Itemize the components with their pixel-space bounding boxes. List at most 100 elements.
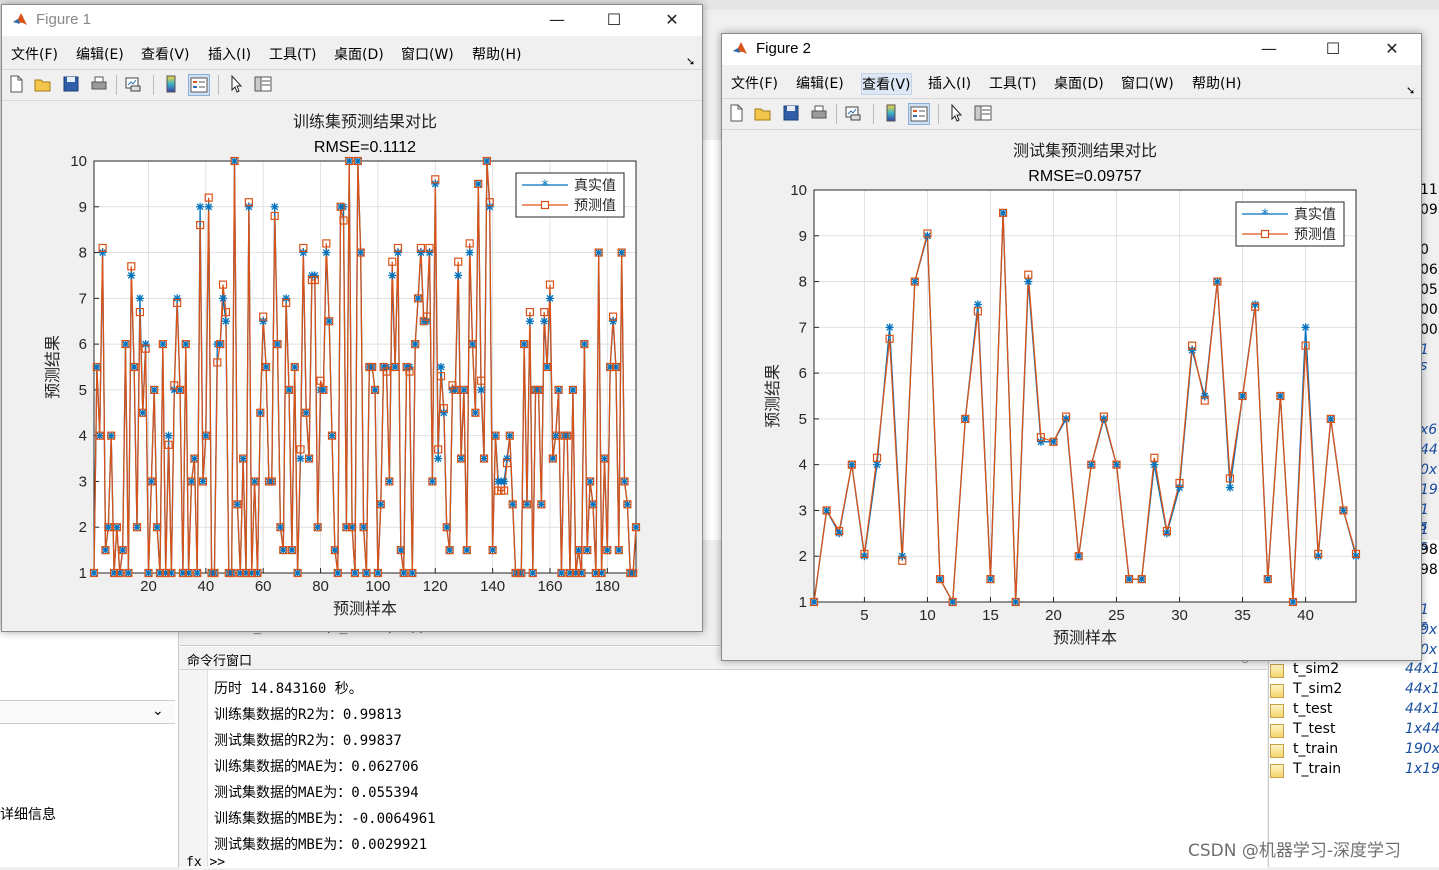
details-dropdown[interactable]: ⌄ bbox=[0, 700, 175, 724]
figure-1-window[interactable]: Figure 1 — ☐ ✕ 文件(F) 编辑(E) 查看(V) 插入(I) 工具(T)… bbox=[1, 4, 703, 632]
command-prompt[interactable]: fx >> bbox=[186, 855, 225, 870]
close-button[interactable]: ✕ bbox=[652, 9, 692, 31]
minimize-button[interactable]: — bbox=[537, 9, 577, 31]
legend-label: 预测值 bbox=[574, 198, 616, 214]
actual-point bbox=[545, 294, 554, 303]
y-tick-label: 4 bbox=[799, 457, 807, 474]
close-button[interactable]: ✕ bbox=[1372, 38, 1412, 60]
workspace-variable-row[interactable]: T_train 1x19 bbox=[1270, 761, 1439, 781]
x-tick-label: 5 bbox=[860, 607, 868, 624]
maximize-button[interactable]: ☐ bbox=[1313, 38, 1353, 60]
actual-point bbox=[124, 569, 133, 577]
actual-point bbox=[1137, 575, 1146, 584]
workspace-variable-row[interactable]: t_sim2 44x1 bbox=[1270, 661, 1439, 681]
actual-point bbox=[313, 523, 322, 532]
workspace-variable-row[interactable]: t_train 190x bbox=[1270, 741, 1439, 761]
actual-point bbox=[885, 323, 894, 332]
actual-point bbox=[196, 202, 205, 211]
menu-item[interactable]: 窗口(W) bbox=[1121, 73, 1174, 93]
x-tick-label: 160 bbox=[537, 578, 562, 595]
link-plot-icon[interactable] bbox=[843, 103, 865, 125]
colorbar-icon[interactable] bbox=[161, 74, 183, 96]
actual-point bbox=[127, 271, 136, 280]
menu-item[interactable]: 桌面(D) bbox=[1054, 73, 1104, 93]
legend-icon[interactable] bbox=[188, 74, 210, 96]
actual-point bbox=[588, 500, 597, 509]
menu-item[interactable]: 编辑(E) bbox=[796, 73, 844, 93]
save-icon[interactable] bbox=[61, 74, 83, 96]
colorbar-icon[interactable] bbox=[881, 103, 903, 125]
menu-item[interactable]: 工具(T) bbox=[989, 73, 1036, 93]
menu-item[interactable]: 插入(I) bbox=[208, 44, 251, 64]
actual-point bbox=[502, 454, 511, 463]
workspace-variable-row[interactable]: t_test 44x1 bbox=[1270, 701, 1439, 721]
pointer-icon[interactable] bbox=[946, 103, 968, 125]
open-folder-icon[interactable] bbox=[33, 74, 55, 96]
maximize-button[interactable]: ☐ bbox=[594, 9, 634, 31]
figure-2-titlebar[interactable]: Figure 2 — ☐ ✕ bbox=[722, 34, 1421, 65]
figure-2-window[interactable]: Figure 2 — ☐ ✕ 文件(F) 编辑(E) 查看(V) 插入(I) 工具(T)… bbox=[721, 33, 1422, 661]
actual-point bbox=[543, 363, 552, 371]
menu-item[interactable]: 工具(T) bbox=[269, 44, 316, 64]
new-file-icon[interactable] bbox=[6, 74, 28, 96]
actual-point bbox=[285, 385, 294, 394]
print-icon[interactable] bbox=[89, 74, 111, 96]
variable-name: t_train bbox=[1293, 741, 1339, 757]
menu-item[interactable]: 帮助(H) bbox=[472, 44, 521, 64]
actual-point bbox=[405, 363, 414, 371]
property-inspector-icon[interactable] bbox=[253, 74, 275, 96]
save-icon[interactable] bbox=[781, 103, 803, 125]
variable-name: t_sim2 bbox=[1293, 661, 1340, 677]
y-tick-label: 7 bbox=[799, 319, 807, 336]
actual-point bbox=[632, 523, 640, 532]
print-icon[interactable] bbox=[809, 103, 831, 125]
menu-item[interactable]: 桌面(D) bbox=[334, 44, 384, 64]
menu-item[interactable]: 窗口(W) bbox=[401, 44, 454, 64]
variable-icon bbox=[1270, 704, 1284, 718]
actual-point bbox=[557, 569, 566, 577]
actual-point bbox=[822, 506, 831, 515]
menu-item[interactable]: 插入(I) bbox=[928, 73, 971, 93]
actual-point bbox=[491, 431, 500, 440]
new-file-icon[interactable] bbox=[726, 103, 748, 125]
y-tick-label: 9 bbox=[799, 228, 807, 245]
figure-1-titlebar[interactable]: Figure 1 — ☐ ✕ bbox=[2, 5, 702, 36]
menu-item[interactable]: 文件(F) bbox=[731, 73, 778, 93]
dock-arrow-icon[interactable]: ➘ bbox=[686, 55, 695, 68]
actual-point bbox=[1188, 346, 1197, 355]
open-folder-icon[interactable] bbox=[753, 103, 775, 125]
actual-point bbox=[279, 546, 288, 555]
actual-point bbox=[961, 414, 970, 423]
workspace-variable-row[interactable]: T_test 1x44 bbox=[1270, 721, 1439, 741]
x-tick-label: 120 bbox=[423, 578, 448, 595]
menu-item[interactable]: 文件(F) bbox=[11, 44, 58, 64]
actual-point bbox=[325, 317, 334, 326]
link-plot-icon[interactable] bbox=[123, 74, 145, 96]
minimize-button[interactable]: — bbox=[1249, 38, 1289, 60]
y-tick-label: 8 bbox=[799, 274, 807, 291]
workspace-value-fragment: 19 bbox=[1420, 482, 1438, 498]
workspace-value-fragment: 0x bbox=[1420, 642, 1438, 658]
pointer-icon[interactable] bbox=[226, 74, 248, 96]
actual-point bbox=[1011, 598, 1020, 606]
dock-arrow-icon[interactable]: ➘ bbox=[1406, 84, 1415, 97]
workspace-variable-row[interactable]: T_sim2 44x1 bbox=[1270, 681, 1439, 701]
menu-item[interactable]: 查看(V) bbox=[141, 44, 190, 64]
y-tick-label: 7 bbox=[79, 290, 87, 307]
legend-icon[interactable] bbox=[908, 103, 930, 125]
menu-item[interactable]: 编辑(E) bbox=[76, 44, 124, 64]
actual-point bbox=[282, 294, 291, 303]
menu-item[interactable]: 帮助(H) bbox=[1192, 73, 1241, 93]
actual-point bbox=[623, 500, 632, 509]
property-inspector-icon[interactable] bbox=[973, 103, 995, 125]
actual-point bbox=[256, 408, 265, 417]
actual-point bbox=[923, 231, 932, 240]
variable-name: t_test bbox=[1293, 701, 1333, 717]
actual-point bbox=[273, 340, 282, 349]
actual-point bbox=[391, 363, 400, 371]
workspace-value-fragment: 98 bbox=[1420, 542, 1438, 558]
menu-item[interactable]: 查看(V) bbox=[861, 73, 912, 95]
toolbar-separator bbox=[153, 75, 154, 95]
actual-point bbox=[328, 431, 337, 440]
x-tick-label: 100 bbox=[365, 578, 390, 595]
